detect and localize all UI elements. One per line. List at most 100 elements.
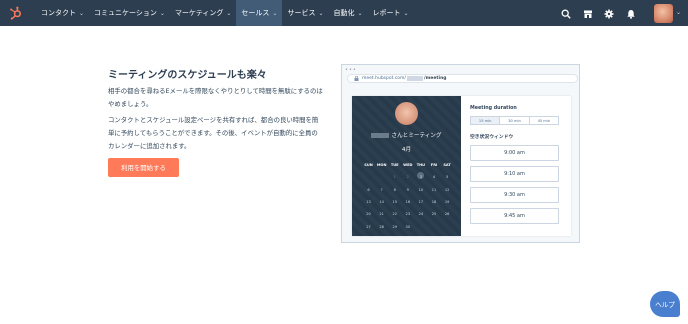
calendar-day[interactable]: 5 (441, 175, 454, 179)
page-title: ミーティングのスケジュールも楽々 (108, 70, 267, 81)
intro-paragraph: 相手の都合を尋ねるEメールを際限なくやりとりして時間を無駄にするのはやめましょう… (108, 87, 323, 108)
calendar-day[interactable]: 8 (388, 188, 401, 192)
availability-label: 空き状況ウィンドウ (470, 135, 514, 140)
calendar-day[interactable]: 12 (441, 188, 454, 192)
nav-item-label: マーケティング (174, 9, 224, 17)
window-controls: ••• (345, 67, 357, 73)
nav-item-0[interactable]: コンタクト ⌄ (36, 0, 89, 26)
calendar-panel: さんとミーティング 4月 SUN MON TUE WED THU FRI SAT 1 2 3 4 5 6… (352, 96, 461, 236)
calendar-week-row: 27 28 29 30 (362, 220, 454, 232)
duration-option[interactable]: 15 min (471, 117, 501, 124)
notifications-bell-icon[interactable] (625, 8, 636, 19)
calendar-day[interactable]: 15 (388, 200, 401, 204)
calendar-day[interactable]: 23 (401, 212, 414, 216)
nav-item-6[interactable]: レポート ⌄ (368, 0, 414, 26)
weekday-label: WED (403, 163, 413, 168)
calendar-day[interactable]: 10 (414, 188, 427, 192)
calendar-day[interactable]: 20 (362, 212, 375, 216)
chevron-down-icon: ⌄ (226, 9, 232, 17)
time-slot-button[interactable]: 9:10 am (470, 166, 559, 182)
user-avatar[interactable] (654, 4, 673, 23)
chevron-down-icon: ⌄ (318, 9, 324, 17)
meeting-name: さんとミーティング (352, 131, 461, 139)
search-icon[interactable] (560, 8, 571, 19)
nav-item-4[interactable]: サービス ⌄ (282, 0, 328, 26)
redacted-username (406, 76, 423, 81)
duration-option[interactable]: 45 min (530, 117, 558, 124)
meeting-page-preview: ••• meet.hubspot.com//meeting さんとミーティング … (341, 64, 580, 243)
calendar-day[interactable]: 3 (414, 172, 427, 180)
chevron-down-icon: ⌄ (403, 9, 409, 17)
calendar-day[interactable]: 21 (375, 212, 388, 216)
calendar-day[interactable]: 2 (401, 175, 414, 179)
calendar-day[interactable]: 29 (388, 225, 401, 229)
calendar-grid: SUN MON TUE WED THU FRI SAT 1 2 3 4 5 6 7 8 9 10 11 12 13 14… (362, 159, 454, 233)
time-selection-panel: Meeting duration 15 min 30 min 45 min 空き状況… (470, 96, 570, 236)
chevron-down-icon: ⌄ (159, 9, 165, 17)
calendar-day[interactable]: 9 (401, 188, 414, 192)
weekday-label: FRI (430, 163, 438, 168)
calendar-day[interactable]: 7 (375, 188, 388, 192)
weekday-label: THU (416, 163, 426, 168)
calendar-day[interactable]: 24 (414, 212, 427, 216)
calendar-day[interactable]: 13 (362, 200, 375, 204)
duration-selector: 15 min 30 min 45 min (470, 116, 559, 125)
chevron-down-icon: ⌄ (272, 9, 278, 17)
nav-item-2[interactable]: マーケティング ⌄ (170, 0, 236, 26)
calendar-week-row: 6 7 8 9 10 11 12 (362, 184, 454, 196)
nav-item-1[interactable]: コミュニケーション ⌄ (89, 0, 170, 26)
calendar-day[interactable]: 17 (414, 200, 427, 204)
nav-item-5[interactable]: 自動化 ⌄ (328, 0, 367, 26)
calendar-week-row: 12345 (362, 171, 454, 183)
calendar-day[interactable]: 1 (388, 175, 401, 179)
calendar-day[interactable]: 27 (362, 225, 375, 229)
nav-item-label: コンタクト (41, 9, 76, 17)
calendar-day[interactable]: 6 (362, 188, 375, 192)
calendar-week-row: 20 21 22 23 24 25 26 (362, 208, 454, 220)
account-chevron-down-icon[interactable]: ⌄ (676, 9, 681, 16)
calendar-day[interactable]: 28 (375, 225, 388, 229)
top-navigation-bar: コンタクト ⌄ コミュニケーション ⌄ マーケティング ⌄ セールス ⌄ サービス ⌄ 自動化 ⌄ レポ… (0, 0, 688, 26)
weekday-header-row: SUN MON TUE WED THU FRI SAT (362, 159, 454, 171)
calendar-day[interactable]: 16 (401, 200, 414, 204)
calendar-day[interactable]: 26 (441, 212, 454, 216)
time-slot-button[interactable]: 9:00 am (470, 145, 559, 161)
time-slot-button[interactable]: 9:45 am (470, 208, 559, 224)
calendar-month: 4月 (401, 147, 412, 153)
nav-item-label: サービス (287, 9, 316, 17)
help-button[interactable]: ヘルプ (650, 291, 680, 317)
calendar-day[interactable]: 4 (427, 175, 440, 179)
calendar-day[interactable]: 19 (441, 200, 454, 204)
nav-item-label: セールス (241, 9, 270, 17)
main-menu: コンタクト ⌄ コミュニケーション ⌄ マーケティング ⌄ セールス ⌄ サービス ⌄ 自動化 ⌄ レポ… (36, 0, 414, 26)
marketplace-icon[interactable] (582, 8, 593, 19)
meeting-booking-card: さんとミーティング 4月 SUN MON TUE WED THU FRI SAT 1 2 3 4 5 6… (352, 96, 571, 236)
url-prefix: meet.hubspot.com/ (362, 76, 406, 81)
duration-label: Meeting duration (470, 106, 517, 111)
nav-item-3[interactable]: セールス ⌄ (236, 0, 283, 26)
weekday-label: TUE (390, 163, 399, 168)
nav-item-label: 自動化 (333, 9, 355, 17)
description-paragraph: コンタクトとスケジュール設定ページを共有すれば、都合の良い時間を簡単に予約しても… (108, 116, 319, 150)
hubspot-logo-icon[interactable] (9, 6, 23, 20)
calendar-day[interactable]: 18 (427, 200, 440, 204)
lock-icon (354, 76, 359, 81)
chevron-down-icon: ⌄ (357, 9, 363, 17)
weekday-label: SAT (443, 163, 451, 168)
calendar-day[interactable]: 30 (401, 225, 414, 229)
nav-item-label: コミュニケーション (94, 9, 157, 17)
start-using-button[interactable]: 利用を開始する (108, 158, 179, 177)
redacted-host-name (371, 133, 390, 138)
chevron-down-icon: ⌄ (79, 9, 85, 17)
time-slot-button[interactable]: 9:30 am (470, 187, 559, 203)
url-suffix: /meeting (423, 76, 447, 81)
duration-option[interactable]: 30 min (500, 117, 530, 124)
host-avatar (395, 102, 418, 125)
calendar-day[interactable]: 25 (427, 212, 440, 216)
calendar-day[interactable]: 11 (427, 188, 440, 192)
calendar-day[interactable]: 22 (388, 212, 401, 216)
weekday-label: SUN (364, 163, 373, 168)
settings-gear-icon[interactable] (603, 8, 614, 19)
weekday-label: MON (376, 163, 387, 168)
calendar-day[interactable]: 14 (375, 200, 388, 204)
